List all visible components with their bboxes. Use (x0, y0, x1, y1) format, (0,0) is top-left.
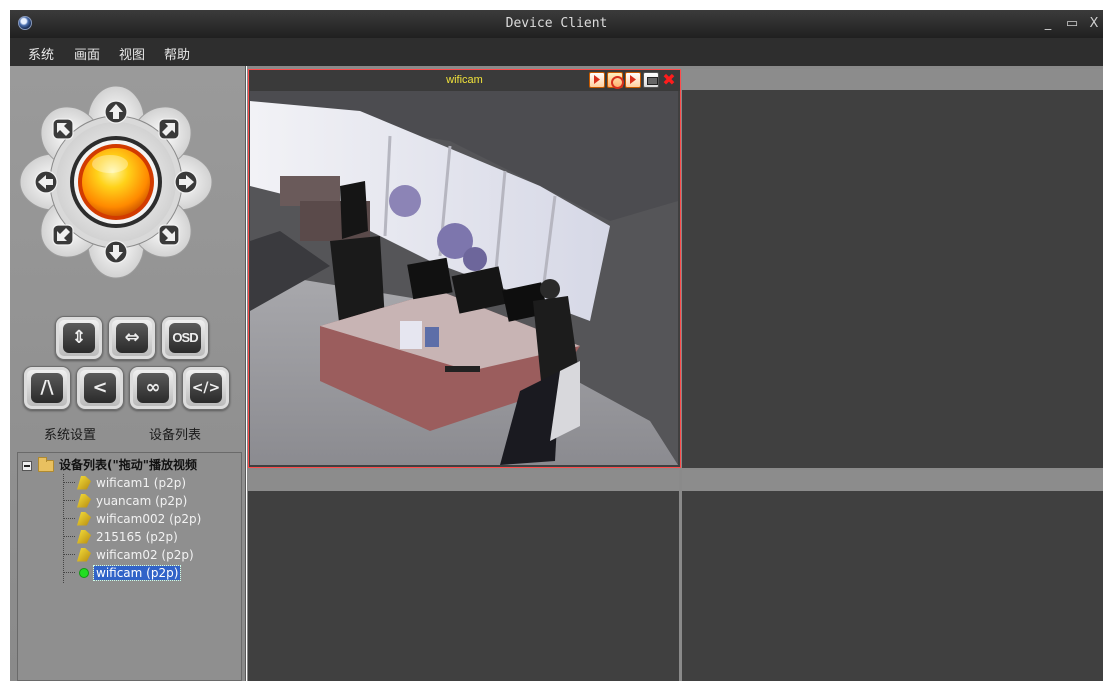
menu-help[interactable]: 帮助 (164, 44, 190, 63)
tree-item-wificam1[interactable]: wificam1 (p2p) (63, 475, 188, 493)
online-status-icon (79, 567, 89, 578)
mirror-icon: < (84, 373, 116, 403)
tree-item-215165[interactable]: 215165 (p2p) (63, 529, 180, 547)
arrow-down-right-icon[interactable] (158, 224, 180, 246)
flip-button[interactable]: /\ (23, 366, 71, 410)
vertical-patrol-button[interactable]: ⇕ (55, 316, 103, 360)
menu-view[interactable]: 视图 (119, 44, 145, 63)
infinity-button[interactable]: ∞ (129, 366, 177, 410)
talk-icon[interactable] (625, 72, 641, 88)
mirror-button[interactable]: < (76, 366, 124, 410)
code-icon: </> (190, 373, 222, 403)
flip-icon: /\ (31, 373, 63, 403)
arrow-up-icon[interactable] (104, 100, 128, 124)
snapshot-icon[interactable] (607, 72, 624, 89)
infinity-icon: ∞ (137, 373, 169, 403)
arrow-down-left-icon[interactable] (52, 224, 74, 246)
video-grid: wificam ✖ (247, 66, 1103, 681)
minimize-button[interactable]: _ (1039, 14, 1057, 34)
osd-button[interactable]: OSD (161, 316, 209, 360)
arrow-down-icon[interactable] (104, 240, 128, 264)
offline-camera-icon (77, 511, 91, 526)
title-bar: Device Client _ ▭ X (10, 10, 1103, 38)
tree-item-yuancam[interactable]: yuancam (p2p) (63, 493, 189, 511)
menu-screen[interactable]: 画面 (74, 44, 100, 63)
horizontal-patrol-button[interactable]: ⇔ (108, 316, 156, 360)
vertical-arrows-icon: ⇕ (63, 323, 95, 353)
arrow-left-icon[interactable] (34, 170, 58, 194)
pane-2-header (682, 69, 1103, 90)
tree-item-wificam[interactable]: wificam (p2p) (63, 564, 182, 583)
code-button[interactable]: </> (182, 366, 230, 410)
video-pane-2[interactable] (682, 69, 1103, 468)
ptz-control (19, 85, 213, 279)
capture-icon[interactable] (643, 72, 659, 88)
pane-4-header (682, 470, 1103, 491)
record-icon[interactable] (589, 72, 605, 88)
maximize-button[interactable]: ▭ (1063, 14, 1081, 34)
osd-label: OSD (169, 323, 201, 353)
offline-camera-icon (77, 493, 91, 508)
pane-1-toolbar: ✖ (587, 72, 677, 89)
device-list-link[interactable]: 设备列表 (149, 424, 201, 443)
close-icon[interactable]: ✖ (661, 72, 677, 88)
offline-camera-icon (77, 529, 91, 544)
menu-bar: 系统 画面 视图 帮助 (10, 38, 1103, 66)
tree-item-wificam002[interactable]: wificam002 (p2p) (63, 511, 203, 529)
device-tree: 设备列表("拖动"播放视频 wificam1 (p2p) yuancam (p2… (17, 452, 242, 681)
tree-item-wificam02[interactable]: wificam02 (p2p) (63, 547, 196, 565)
video-pane-3[interactable] (248, 470, 679, 681)
pane-3-header (248, 470, 679, 491)
pane-1-header: wificam ✖ (249, 70, 680, 91)
arrow-up-right-icon[interactable] (158, 118, 180, 140)
video-pane-1[interactable]: wificam ✖ (248, 69, 681, 468)
horizontal-arrows-icon: ⇔ (116, 323, 148, 353)
tree-root-label: 设备列表("拖动"播放视频 (59, 458, 197, 472)
menu-system[interactable]: 系统 (28, 44, 54, 63)
arrow-up-left-icon[interactable] (52, 118, 74, 140)
offline-camera-icon (77, 475, 91, 490)
collapse-icon[interactable] (22, 460, 32, 471)
folder-icon (38, 456, 54, 472)
video-pane-4[interactable] (682, 470, 1103, 681)
offline-camera-icon (77, 547, 91, 562)
tree-root[interactable]: 设备列表("拖动"播放视频 (22, 456, 197, 474)
left-panel: ⇕ ⇔ OSD /\ < ∞ </> 系统设置 设备列表 设备列表("拖动"播放… (10, 66, 246, 681)
system-settings-link[interactable]: 系统设置 (44, 424, 96, 443)
close-button[interactable]: X (1085, 14, 1103, 34)
camera-video-feed[interactable] (250, 91, 678, 465)
arrow-right-icon[interactable] (174, 170, 198, 194)
window-title: Device Client (505, 16, 608, 31)
